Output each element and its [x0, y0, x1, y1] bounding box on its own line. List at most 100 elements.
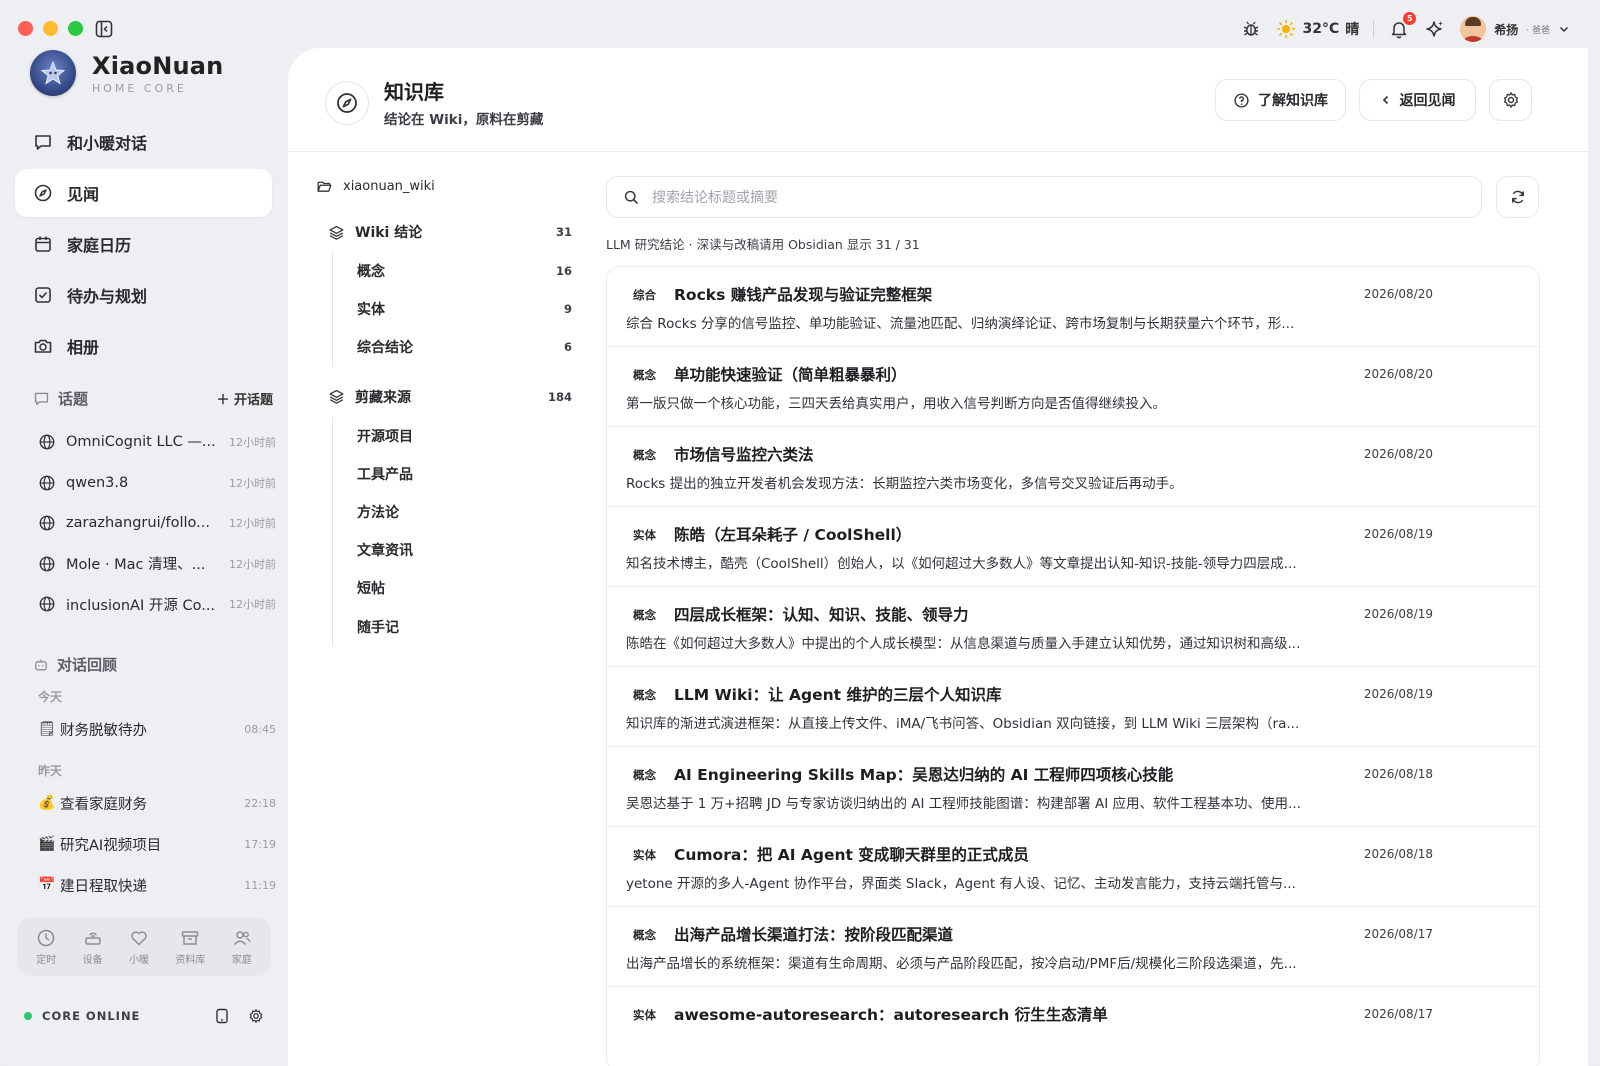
- status-label: CORE ONLINE: [42, 1009, 141, 1023]
- recap-header: 对话回顾: [33, 654, 273, 675]
- nav-item-album[interactable]: 相册: [15, 322, 272, 370]
- recap-item[interactable]: 🎬 研究AI视频项目 17:19: [38, 825, 276, 863]
- tree-leaf[interactable]: 方法论: [357, 493, 572, 531]
- topics-title: 话题: [58, 390, 89, 408]
- globe-icon: [38, 595, 56, 613]
- page-subtitle: 结论在 Wiki，原料在剪藏: [384, 112, 544, 128]
- entry-row[interactable]: 实体 陈皓（左耳朵耗子 / CoolShell） 2026/08/19 知名技术…: [607, 507, 1539, 587]
- entry-row[interactable]: 实体 Cumora：把 AI Agent 变成聊天群里的正式成员 2026/08…: [607, 827, 1539, 907]
- maximize-window-button[interactable]: [68, 21, 83, 36]
- entry-row[interactable]: 概念 LLM Wiki：让 Agent 维护的三层个人知识库 2026/08/1…: [607, 667, 1539, 747]
- nav-item-label: 和小暖对话: [67, 134, 148, 153]
- tree-leaf-count: 6: [563, 340, 572, 355]
- entry-date: 2026/08/18: [1363, 847, 1433, 861]
- entry-date: 2026/08/19: [1363, 607, 1433, 621]
- minimize-window-button[interactable]: [43, 21, 58, 36]
- tablet-icon[interactable]: [214, 1008, 230, 1024]
- close-window-button[interactable]: [18, 21, 33, 36]
- refresh-button[interactable]: [1496, 176, 1539, 218]
- add-topic-label: 开话题: [233, 393, 273, 408]
- tree-leaf[interactable]: 实体 9: [357, 290, 572, 328]
- tree-leaf-label: 综合结论: [357, 340, 413, 357]
- entry-summary: 第一版只做一个核心功能，三四天丢给真实用户，用收入信号判断方向是否值得继续投入。: [626, 396, 1166, 412]
- tree-group-wiki[interactable]: Wiki 结论 31: [316, 212, 572, 252]
- topic-item[interactable]: inclusionAI 开源 Co... 12小时前: [38, 584, 276, 625]
- entry-tag: 概念: [633, 608, 656, 622]
- quick-dock: 定时 设备 小暖 资料库 家庭: [17, 918, 271, 976]
- recap-item[interactable]: 💰 查看家庭财务 22:18: [38, 784, 276, 822]
- bug-icon[interactable]: [1240, 18, 1262, 40]
- tree-leaf-label: 开源项目: [357, 428, 413, 445]
- entry-title: 四层成长框架：认知、知识、技能、领导力: [674, 606, 969, 624]
- back-button[interactable]: 返回见闻: [1359, 79, 1476, 121]
- entry-date: 2026/08/19: [1363, 527, 1433, 541]
- entry-row[interactable]: 概念 出海产品增长渠道打法：按阶段匹配渠道 2026/08/17 出海产品增长的…: [607, 907, 1539, 987]
- tree-leaf[interactable]: 随手记: [357, 608, 572, 646]
- entry-tag: 概念: [633, 768, 656, 782]
- entry-row[interactable]: 概念 市场信号监控六类法 2026/08/20 Rocks 提出的独立开发者机会…: [607, 427, 1539, 507]
- gear-icon[interactable]: [248, 1008, 264, 1024]
- search-placeholder: 搜索结论标题或摘要: [652, 190, 778, 206]
- topic-time: 12小时前: [229, 476, 276, 490]
- entry-date: 2026/08/20: [1363, 287, 1433, 301]
- nav-item-calendar[interactable]: 家庭日历: [15, 220, 272, 268]
- tree-leaf[interactable]: 综合结论 6: [357, 328, 572, 366]
- tree-leaf[interactable]: 工具产品: [357, 455, 572, 493]
- tree-leaf[interactable]: 开源项目: [357, 417, 572, 455]
- topic-item[interactable]: OmniCognit LLC —... 12小时前: [38, 422, 276, 463]
- dock-item-family[interactable]: 家庭: [232, 928, 252, 966]
- entry-row[interactable]: 实体 awesome-autoresearch：autoresearch 衍生生…: [607, 987, 1539, 1066]
- sparkle-icon[interactable]: [1424, 18, 1446, 40]
- compass-icon: [33, 183, 53, 203]
- calendar-icon: [33, 234, 53, 254]
- sidebar-toggle-icon[interactable]: [95, 20, 113, 38]
- recap-item[interactable]: 📅 建日程取快递 11:19: [38, 866, 276, 904]
- topic-chat-icon: [33, 390, 50, 407]
- tree-leaf-count: 16: [555, 264, 572, 279]
- device-icon: [83, 928, 103, 948]
- entry-title: 市场信号监控六类法: [674, 446, 814, 464]
- entry-title: Rocks 赚钱产品发现与验证完整框架: [674, 286, 933, 304]
- entry-tag: 实体: [633, 528, 656, 542]
- dock-item-devices[interactable]: 设备: [83, 928, 103, 966]
- topic-time: 12小时前: [229, 598, 276, 612]
- dock-item-library[interactable]: 资料库: [175, 928, 205, 966]
- nav-item-label: 相册: [67, 338, 100, 357]
- dock-item-xiaonuan[interactable]: 小暖: [129, 928, 149, 966]
- weather-widget[interactable]: 32°C 晴: [1276, 19, 1359, 39]
- recap-item[interactable]: 🗒 财务脱敏待办 08:45: [38, 710, 276, 748]
- tree-leaf-label: 短帖: [357, 581, 385, 598]
- entry-row[interactable]: 概念 AI Engineering Skills Map：吴恩达归纳的 AI 工…: [607, 747, 1539, 827]
- add-topic-button[interactable]: ＋ 开话题: [216, 389, 273, 408]
- topic-item[interactable]: Mole · Mac 清理、... 12小时前: [38, 544, 276, 585]
- learn-kb-button[interactable]: 了解知识库: [1215, 79, 1346, 121]
- nav-item-news[interactable]: 见闻: [15, 169, 272, 217]
- tree-leaf-label: 工具产品: [357, 466, 413, 483]
- tree-leaf-label: 概念: [357, 264, 385, 281]
- bell-icon[interactable]: 5: [1388, 12, 1417, 40]
- nav-item-todo[interactable]: 待办与规划: [15, 271, 272, 319]
- search-input[interactable]: 搜索结论标题或摘要: [606, 176, 1482, 218]
- entry-row[interactable]: 概念 单功能快速验证（简单粗暴暴利） 2026/08/20 第一版只做一个核心功…: [607, 347, 1539, 427]
- tree-leaf[interactable]: 概念 16: [357, 252, 572, 290]
- settings-button[interactable]: [1489, 79, 1532, 121]
- tree-leaf[interactable]: 短帖: [357, 569, 572, 607]
- entry-row[interactable]: 综合 Rocks 赚钱产品发现与验证完整框架 2026/08/20 综合 Roc…: [607, 267, 1539, 347]
- topic-item[interactable]: zarazhangrui/follo... 12小时前: [38, 503, 276, 544]
- globe-icon: [38, 433, 56, 451]
- entry-row[interactable]: 概念 四层成长框架：认知、知识、技能、领导力 2026/08/19 陈皓在《如何…: [607, 587, 1539, 667]
- topic-item[interactable]: qwen3.8 12小时前: [38, 463, 276, 504]
- user-menu[interactable]: 希扬 · 爸爸: [1460, 16, 1570, 42]
- tree-leaf[interactable]: 文章资讯: [357, 531, 572, 569]
- tree-leaf-label: 实体: [357, 302, 385, 319]
- tree-group-label: Wiki 结论: [355, 225, 423, 241]
- entry-title: AI Engineering Skills Map：吴恩达归纳的 AI 工程师四…: [674, 766, 1174, 784]
- nav-item-chat[interactable]: 和小暖对话: [15, 118, 272, 166]
- user-role: · 爸爸: [1526, 25, 1550, 36]
- tree-group-clips[interactable]: 剪藏来源 184: [316, 377, 572, 417]
- tree-root[interactable]: xiaonuan_wiki: [316, 170, 572, 202]
- main-panel: 知识库 结论在 Wiki，原料在剪藏 了解知识库 返回见闻 xiaonuan_w…: [288, 48, 1588, 1066]
- dock-item-timer[interactable]: 定时: [36, 928, 56, 966]
- family-icon: [232, 928, 252, 948]
- tree-group-count: 184: [547, 389, 572, 404]
